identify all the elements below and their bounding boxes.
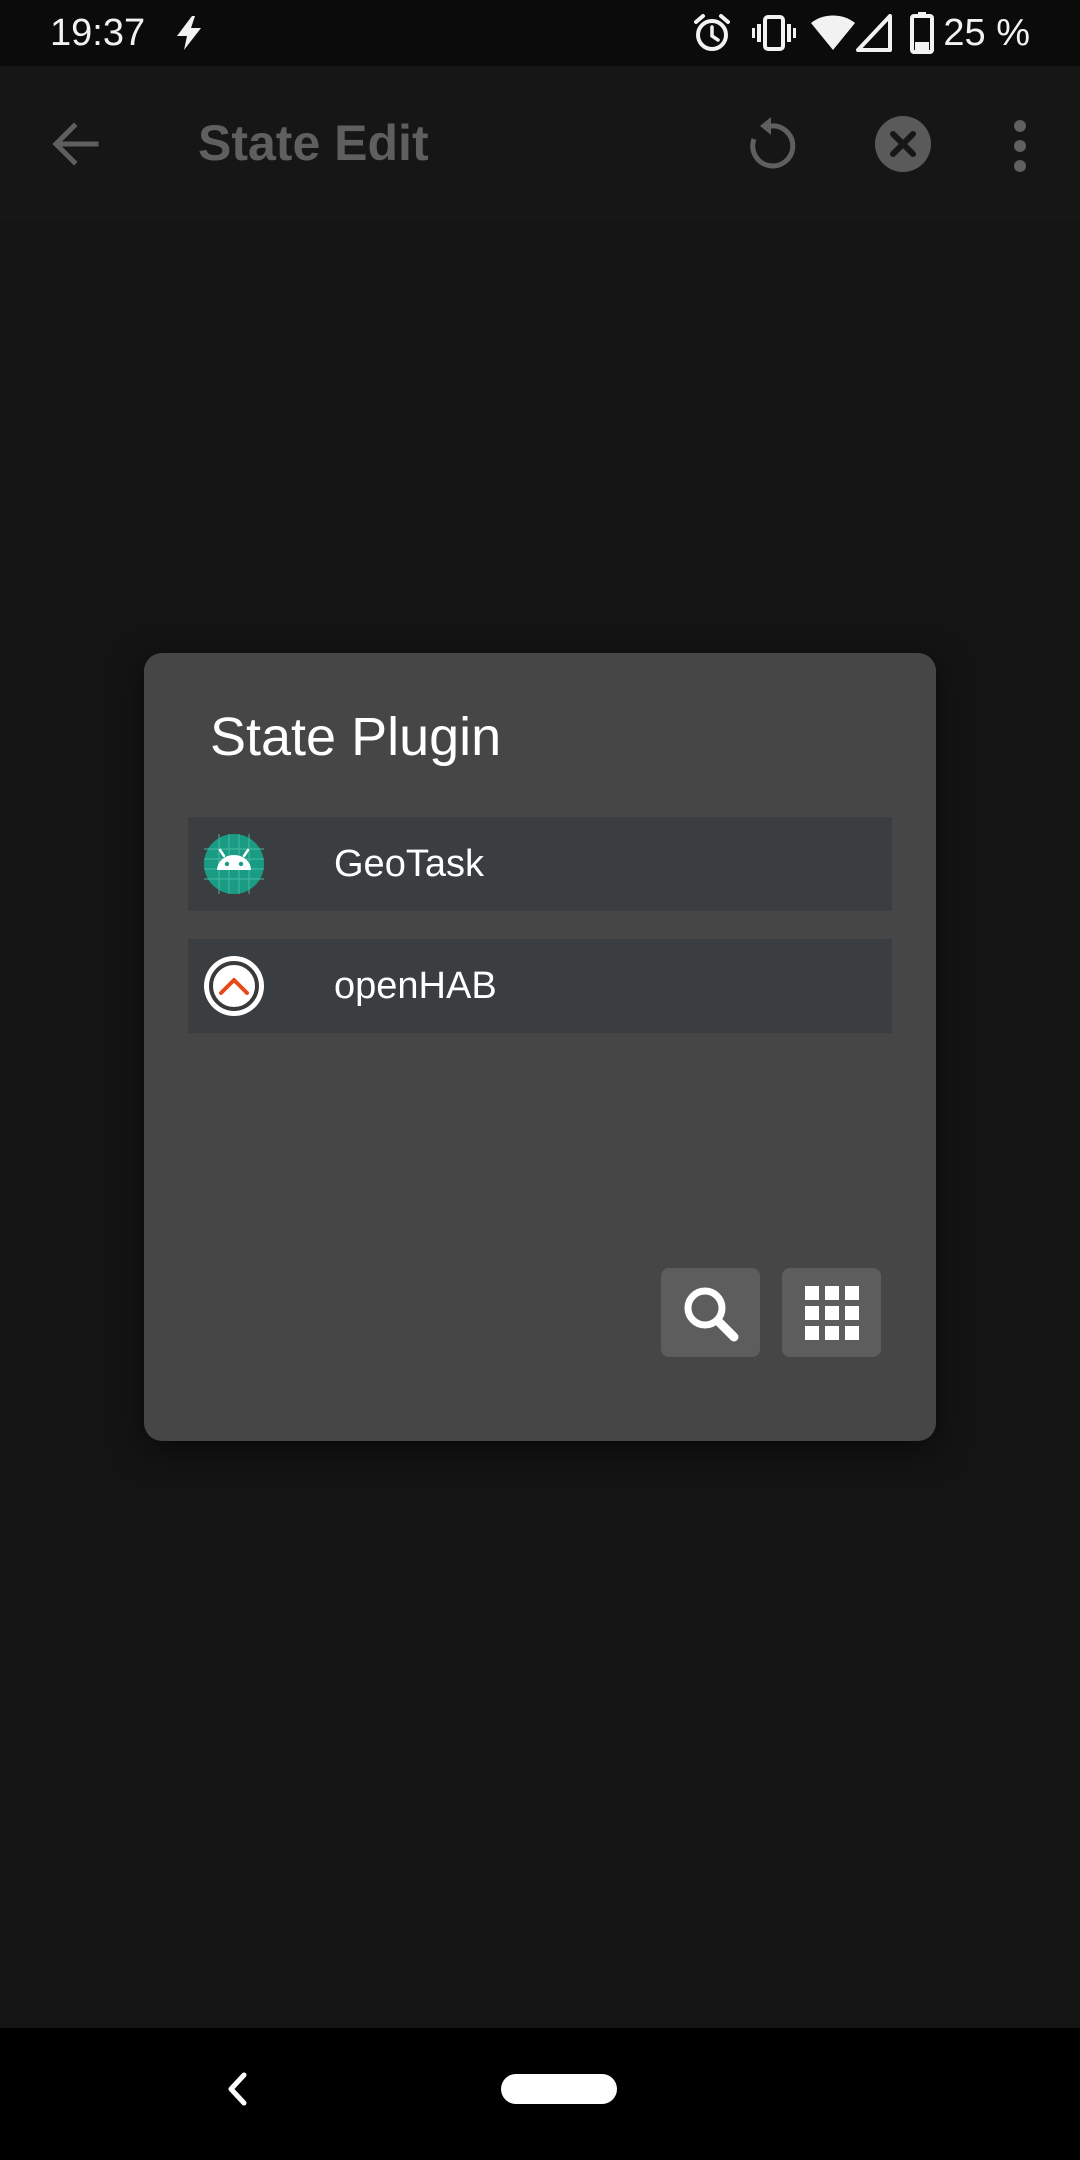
state-plugin-dialog: State Plugin GeoTask openHAB <box>144 653 936 1441</box>
screen: 19:37 25 % State Edit State Plugin GeoTa… <box>0 0 1080 2160</box>
nav-back-icon[interactable] <box>222 2069 252 2109</box>
status-time: 19:37 <box>50 12 146 54</box>
close-icon[interactable] <box>874 115 932 173</box>
reset-icon[interactable] <box>740 115 802 177</box>
grid-icon <box>805 1286 859 1340</box>
page-title: State Edit <box>198 115 429 171</box>
alarm-icon <box>694 14 730 51</box>
openhab-icon <box>204 956 264 1016</box>
dialog-title: State Plugin <box>210 707 502 767</box>
android-icon <box>204 834 264 894</box>
search-button[interactable] <box>661 1268 760 1357</box>
flash-icon <box>177 16 201 50</box>
battery-icon <box>910 12 934 54</box>
plugin-label-openhab: openHAB <box>334 965 497 1007</box>
plugin-item-geotask[interactable]: GeoTask <box>188 817 892 911</box>
plugin-item-openhab[interactable]: openHAB <box>188 939 892 1033</box>
status-bar: 19:37 25 % <box>0 0 1080 66</box>
signal-icon <box>856 14 892 52</box>
nav-bar <box>0 2028 1080 2160</box>
wifi-icon <box>811 15 855 50</box>
plugin-label-geotask: GeoTask <box>334 843 484 885</box>
search-icon <box>684 1287 739 1342</box>
battery-percent: 25 % <box>943 12 1030 54</box>
home-pill-icon[interactable] <box>500 2073 618 2105</box>
vibrate-icon <box>752 15 796 51</box>
back-arrow-icon[interactable] <box>48 116 104 172</box>
more-vert-icon[interactable] <box>1006 118 1034 174</box>
grid-button[interactable] <box>782 1268 881 1357</box>
